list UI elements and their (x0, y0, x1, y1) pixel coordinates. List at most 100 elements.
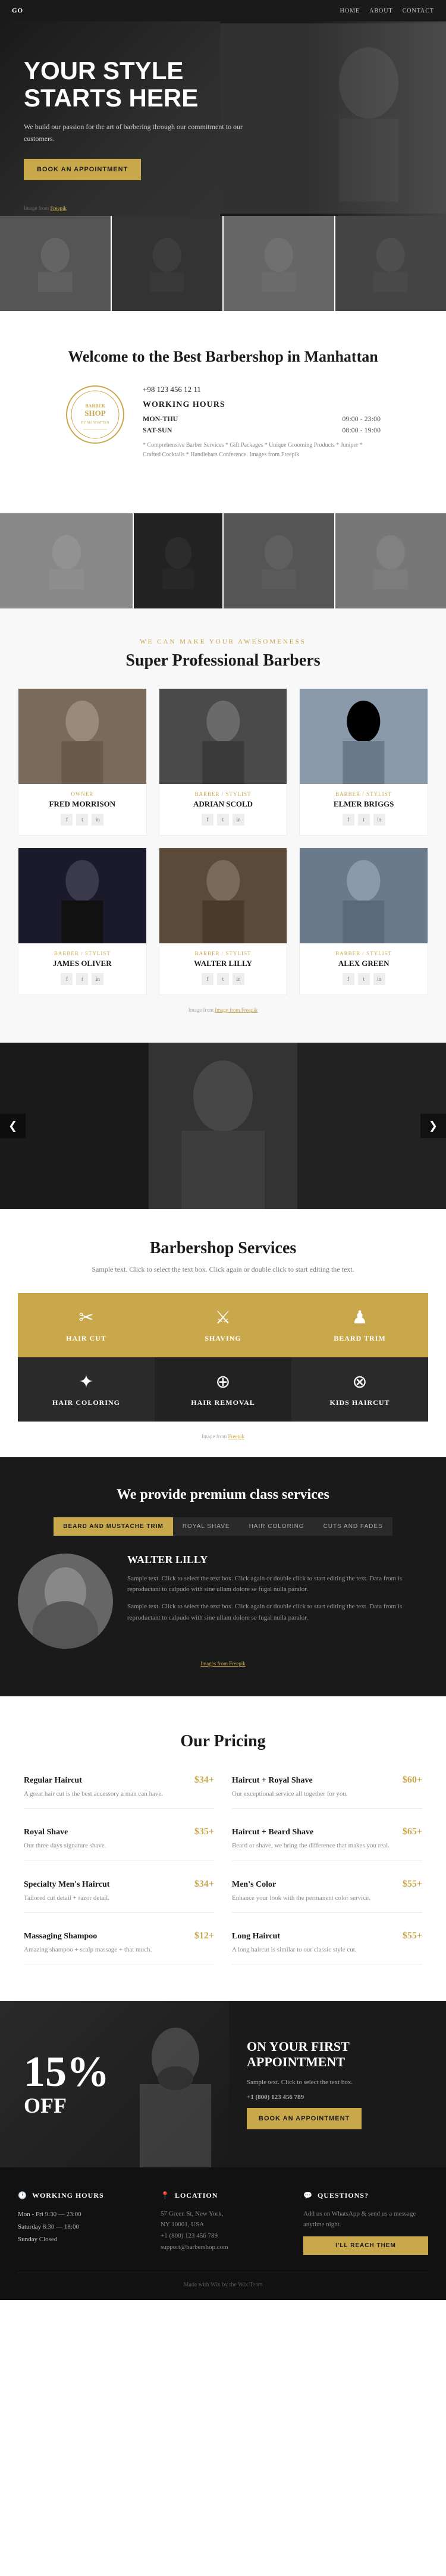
book-appointment-button[interactable]: BOOK AN APPOINTMENT (24, 159, 141, 180)
twitter-icon[interactable]: t (76, 814, 88, 826)
premium-credit-link[interactable]: Images from Freepik (200, 1661, 245, 1667)
services-credit-link[interactable]: Freepik (228, 1433, 244, 1439)
pricing-item-7: Long Haircut $55+ A long haircut is simi… (232, 1931, 422, 1965)
pricing-desc-5: Enhance your look with the permanent col… (232, 1893, 422, 1903)
discount-phone: +1 (800) 123 456 789 (247, 2092, 428, 2103)
removal-icon: ⊕ (215, 1372, 230, 1392)
pricing-price-2: $35+ (194, 1827, 214, 1837)
service-item-0[interactable]: ✂ Hair Cut (18, 1293, 155, 1357)
footer-hours-time-0: 9:30 — 23:00 (45, 2211, 81, 2218)
premium-tab-2[interactable]: HAIR COLORING (240, 1517, 314, 1536)
services-grid: ✂ Hair Cut ⚔ Shaving ♟ Beard Trim ✦ Hair… (18, 1293, 428, 1422)
instagram-icon[interactable]: in (373, 973, 385, 985)
hero-credit-link[interactable]: Freepik (50, 205, 67, 211)
barber-photo-5 (300, 848, 428, 943)
twitter-icon[interactable]: t (358, 973, 370, 985)
hero-image (220, 21, 446, 216)
barber-card-0: OWNER FRED MORRISON f t in (18, 688, 147, 836)
nav-links: Home About Contact (340, 8, 434, 14)
svg-text:BY MANHATTAN: BY MANHATTAN (81, 421, 109, 425)
barber-social-1: f t in (159, 814, 287, 826)
welcome-section: Welcome to the Best Barbershop in Manhat… (0, 311, 446, 513)
instagram-icon[interactable]: in (92, 973, 103, 985)
barber-role-0: OWNER (18, 791, 146, 797)
premium-tab-1[interactable]: ROYAL SHAVE (173, 1517, 240, 1536)
barber-role-1: BARBER / STYLIST (159, 791, 287, 797)
discount-desc: Sample text. Click to select the text bo… (247, 2078, 428, 2088)
pricing-price-7: $55+ (403, 1931, 422, 1941)
premium-title: We provide premium class services (18, 1487, 428, 1503)
nav-contact[interactable]: Contact (403, 8, 434, 14)
instagram-icon[interactable]: in (233, 973, 244, 985)
facebook-icon[interactable]: f (202, 814, 213, 826)
discount-section: 15% OFF ON YOUR FIRST APPOINTMENT Sample… (0, 2001, 446, 2167)
gallery-row-top (0, 216, 446, 311)
barber-social-4: f t in (159, 973, 287, 985)
barber-card-5: BARBER / STYLIST ALEX GREEN f t in (299, 848, 428, 995)
haircut-icon: ✂ (78, 1307, 93, 1328)
phone-number: +98 123 456 12 11 (143, 385, 381, 394)
footer-hours-time-2: Closed (39, 2236, 58, 2243)
gallery-item-8 (335, 513, 446, 608)
footer-hours-day-0: Mon - Fri (18, 2211, 43, 2218)
service-item-5[interactable]: ⊗ Kids Haircut (291, 1357, 428, 1422)
navigation: GO Home About Contact (0, 0, 446, 21)
service-item-4[interactable]: ⊕ Hair Removal (155, 1357, 291, 1422)
facebook-icon[interactable]: f (343, 973, 354, 985)
premium-text-1: Sample text. Click to select the text bo… (127, 1573, 428, 1595)
instagram-icon[interactable]: in (233, 814, 244, 826)
pricing-name-0: Regular Haircut (24, 1776, 82, 1786)
premium-photo (18, 1554, 113, 1649)
barber-role-2: BARBER / STYLIST (300, 791, 428, 797)
pricing-item-5: Men's Color $55+ Enhance your look with … (232, 1879, 422, 1913)
hours-time-1: 09:00 - 23:00 (342, 415, 381, 423)
pricing-item-3: Haircut + Beard Shave $65+ Beard or shav… (232, 1827, 422, 1861)
carousel-next-button[interactable]: ❯ (420, 1113, 446, 1138)
service-item-2[interactable]: ♟ Beard Trim (291, 1293, 428, 1357)
facebook-icon[interactable]: f (61, 814, 73, 826)
barber-social-5: f t in (300, 973, 428, 985)
kids-icon: ⊗ (352, 1372, 367, 1392)
footer-address-phone: +1 (800) 123 456 789 (161, 2230, 285, 2242)
services-title: Barbershop Services (18, 1239, 428, 1258)
footer-bottom-text: Made with Wix by the Wix Team (184, 2282, 263, 2288)
hero-description: We build our passion for the art of barb… (24, 121, 250, 144)
premium-tabs: BEARD AND MUSTACHE TRIM ROYAL SHAVE HAIR… (18, 1517, 428, 1536)
coloring-icon: ✦ (78, 1372, 93, 1392)
service-item-1[interactable]: ⚔ Shaving (155, 1293, 291, 1357)
barber-logo: BARBER SHOP BY MANHATTAN (65, 385, 125, 444)
discount-right: ON YOUR FIRST APPOINTMENT Sample text. C… (229, 2001, 446, 2167)
gallery-item-2 (112, 216, 222, 311)
nav-home[interactable]: Home (340, 8, 360, 14)
svg-text:BARBER: BARBER (85, 403, 105, 409)
services-section: Barbershop Services Sample text. Click t… (0, 1209, 446, 1457)
footer-cta-button[interactable]: I'LL REACH THEM (303, 2236, 428, 2255)
premium-tab-0[interactable]: BEARD AND MUSTACHE TRIM (54, 1517, 173, 1536)
professionals-credit: Image from Image from Freepik (18, 1007, 428, 1013)
twitter-icon[interactable]: t (217, 973, 229, 985)
twitter-icon[interactable]: t (358, 814, 370, 826)
discount-cta-button[interactable]: BOOK AN APPOINTMENT (247, 2108, 362, 2129)
footer-col-location: 📍 Location 57 Green St, New York, NY 100… (161, 2191, 285, 2255)
carousel-prev-button[interactable]: ❮ (0, 1113, 26, 1138)
service-item-3[interactable]: ✦ Hair Coloring (18, 1357, 155, 1422)
pricing-desc-6: Amazing shampoo + scalp massage + that m… (24, 1945, 214, 1955)
facebook-icon[interactable]: f (343, 814, 354, 826)
premium-tab-3[interactable]: CUTS AND FADES (314, 1517, 392, 1536)
nav-about[interactable]: About (369, 8, 392, 14)
facebook-icon[interactable]: f (202, 973, 213, 985)
footer-address-1: 57 Green St, New York, (161, 2208, 285, 2220)
twitter-icon[interactable]: t (217, 814, 229, 826)
service-label-3: Hair Coloring (52, 1398, 120, 1407)
instagram-icon[interactable]: in (92, 814, 103, 826)
facebook-icon[interactable]: f (61, 973, 73, 985)
shaving-icon: ⚔ (215, 1307, 231, 1328)
professionals-credit-link[interactable]: Image from Freepik (215, 1007, 257, 1013)
twitter-icon[interactable]: t (76, 973, 88, 985)
barber-role-5: BARBER / STYLIST (300, 950, 428, 956)
service-label-2: Beard Trim (334, 1334, 385, 1343)
hours-time-2: 08:00 - 19:00 (342, 426, 381, 435)
gallery-item-7 (224, 513, 334, 608)
instagram-icon[interactable]: in (373, 814, 385, 826)
pricing-name-3: Haircut + Beard Shave (232, 1828, 313, 1837)
